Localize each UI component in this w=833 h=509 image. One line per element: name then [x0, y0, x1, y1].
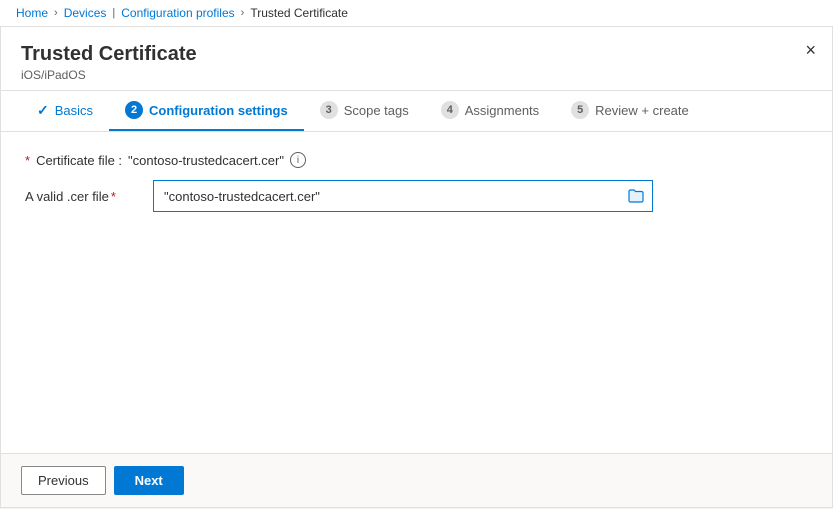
checkmark-icon: ✓ [37, 102, 49, 119]
tab-scope[interactable]: 3 Scope tags [304, 91, 425, 131]
breadcrumb-devices[interactable]: Devices [64, 6, 107, 20]
cert-label-row: * Certificate file : "contoso-trustedcac… [25, 152, 808, 168]
folder-icon [628, 188, 644, 204]
required-star: * [25, 153, 30, 168]
breadcrumb-sep-3: › [241, 7, 245, 19]
panel-footer: Previous Next [1, 453, 832, 507]
tab-scope-badge: 3 [320, 101, 338, 119]
next-button[interactable]: Next [114, 466, 184, 495]
tab-configuration[interactable]: 2 Configuration settings [109, 91, 304, 131]
breadcrumb-home[interactable]: Home [16, 6, 48, 20]
tab-configuration-label: Configuration settings [149, 103, 288, 118]
file-label: A valid .cer file * [25, 189, 145, 204]
tab-scope-label: Scope tags [344, 103, 409, 118]
tab-review-badge: 5 [571, 101, 589, 119]
breadcrumb-sep-1: › [54, 7, 58, 19]
tab-bar: ✓ Basics 2 Configuration settings 3 Scop… [1, 91, 832, 132]
tab-assignments-badge: 4 [441, 101, 459, 119]
breadcrumb-sep-2: | [112, 7, 115, 19]
panel-subtitle: iOS/iPadOS [21, 68, 812, 82]
file-input-wrapper [153, 180, 653, 212]
breadcrumb: Home › Devices | Configuration profiles … [0, 0, 833, 27]
file-browse-button[interactable] [620, 180, 653, 212]
tab-review[interactable]: 5 Review + create [555, 91, 705, 131]
file-input-row: A valid .cer file * [25, 180, 808, 212]
info-icon[interactable]: i [290, 152, 306, 168]
cert-field-value-text: "contoso-trustedcacert.cer" [128, 153, 284, 168]
tab-assignments[interactable]: 4 Assignments [425, 91, 555, 131]
file-text-input[interactable] [153, 180, 620, 212]
close-button[interactable]: × [805, 41, 816, 59]
main-panel: Trusted Certificate iOS/iPadOS × ✓ Basic… [0, 27, 833, 508]
page-title: Trusted Certificate [21, 43, 812, 66]
breadcrumb-config-profiles[interactable]: Configuration profiles [121, 6, 234, 20]
cert-field-label: Certificate file : [36, 153, 122, 168]
panel-body: * Certificate file : "contoso-trustedcac… [1, 132, 832, 453]
tab-assignments-label: Assignments [465, 103, 539, 118]
tab-basics[interactable]: ✓ Basics [21, 92, 109, 131]
previous-button[interactable]: Previous [21, 466, 106, 495]
tab-basics-label: Basics [55, 103, 93, 118]
file-required-star: * [111, 189, 116, 204]
breadcrumb-current: Trusted Certificate [250, 6, 348, 20]
panel-header: Trusted Certificate iOS/iPadOS × [1, 27, 832, 91]
cert-field-group: * Certificate file : "contoso-trustedcac… [25, 152, 808, 212]
tab-configuration-badge: 2 [125, 101, 143, 119]
tab-review-label: Review + create [595, 103, 689, 118]
